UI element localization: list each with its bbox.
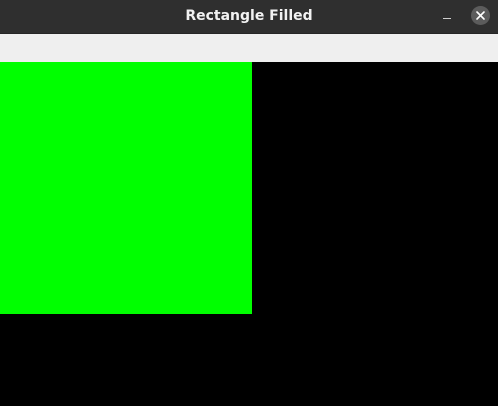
menu-bar [0,34,498,62]
filled-rectangle [0,62,252,314]
minimize-button[interactable] [436,7,458,27]
drawing-canvas[interactable] [0,62,498,406]
window-titlebar[interactable]: Rectangle Filled [0,0,498,34]
minimize-icon [443,18,451,19]
window-title: Rectangle Filled [185,8,313,24]
application-window: Rectangle Filled [0,0,498,406]
close-icon [476,11,485,20]
close-button[interactable] [471,6,490,25]
